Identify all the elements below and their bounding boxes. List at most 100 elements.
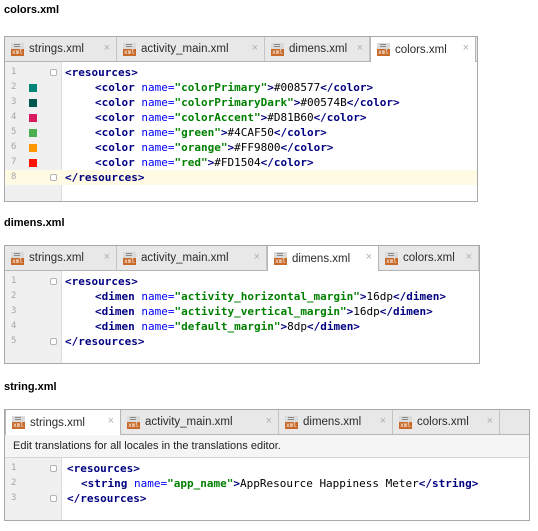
attr-value: "green"	[174, 126, 221, 139]
element-close: </dimen>	[379, 305, 433, 318]
element-open: <color	[95, 141, 142, 154]
close-icon[interactable]: ×	[104, 42, 110, 54]
dimens-tab-bar: xml strings.xml × xml activity_main.xml …	[5, 246, 479, 271]
element-open: <dimen	[95, 290, 142, 303]
code-editor[interactable]: 1 <resources> 2 <string name="app_name">Ap…	[5, 458, 529, 520]
xml-file-icon: xml	[123, 251, 136, 265]
tab-label: strings.xml	[29, 43, 84, 55]
string-section-title: string.xml	[4, 381, 57, 393]
tab-label: strings.xml	[29, 252, 84, 264]
element-open: <color	[95, 81, 142, 94]
close-icon[interactable]: ×	[357, 42, 363, 54]
line-number: 4	[11, 321, 17, 331]
tab-label: dimens.xml	[292, 252, 351, 265]
close-icon[interactable]: ×	[266, 415, 272, 427]
close-icon[interactable]: ×	[366, 251, 372, 263]
attr-value: "activity_horizontal_margin"	[174, 290, 360, 303]
attr-name: name=	[141, 320, 175, 333]
tab-dimens[interactable]: xml dimens.xml ×	[279, 410, 393, 434]
color-swatch[interactable]	[29, 159, 37, 167]
line-number: 2	[11, 478, 17, 488]
code-line: 6 <color name="orange">#FF9800</color>	[5, 140, 477, 155]
colors-section-title: colors.xml	[4, 4, 60, 16]
attr-name: name=	[141, 111, 175, 124]
code-line: 1 <resources>	[5, 274, 479, 289]
code-editor[interactable]: 1 <resources> 2 <color name="colorPrimary"…	[5, 62, 477, 201]
attr-name: name=	[141, 305, 175, 318]
color-swatch[interactable]	[29, 129, 37, 137]
close-icon[interactable]: ×	[487, 415, 493, 427]
tab-activity-main[interactable]: xml activity_main.xml ×	[117, 246, 267, 270]
element-close: </color>	[280, 141, 334, 154]
attr-name: name=	[141, 141, 175, 154]
resources-close-tag: </resources>	[67, 492, 147, 505]
code-line: 3 <dimen name="activity_vertical_margin">…	[5, 304, 479, 319]
close-icon[interactable]: ×	[108, 415, 114, 427]
tab-label: dimens.xml	[289, 43, 348, 55]
element-value: #D81B60	[267, 111, 314, 124]
element-value: 8dp	[287, 320, 307, 333]
tab-label: strings.xml	[30, 416, 85, 429]
close-icon[interactable]: ×	[466, 251, 472, 263]
close-icon[interactable]: ×	[252, 42, 258, 54]
close-icon[interactable]: ×	[104, 251, 110, 263]
xml-file-icon: xml	[123, 42, 136, 56]
tab-strings[interactable]: xml strings.xml ×	[5, 37, 117, 61]
fold-icon[interactable]	[50, 495, 57, 502]
colors-editor-panel: xml strings.xml × xml activity_main.xml …	[4, 36, 478, 202]
line-number: 3	[11, 97, 17, 107]
code-line: 4 <dimen name="default_margin">8dp</dimen…	[5, 319, 479, 334]
line-number: 8	[11, 172, 17, 182]
close-icon[interactable]: ×	[380, 415, 386, 427]
xml-file-icon: xml	[12, 416, 25, 429]
code-line: 1 <resources>	[5, 65, 477, 80]
tab-dimens[interactable]: xml dimens.xml ×	[265, 37, 370, 61]
tab-strings[interactable]: xml strings.xml ×	[5, 246, 117, 270]
tab-dimens[interactable]: xml dimens.xml ×	[267, 246, 379, 271]
fold-icon[interactable]	[50, 465, 57, 472]
fold-icon[interactable]	[50, 69, 57, 76]
close-icon[interactable]: ×	[254, 251, 260, 263]
code-line: 7 <color name="red">#FD1504</color>	[5, 155, 477, 170]
color-swatch[interactable]	[29, 144, 37, 152]
tab-colors[interactable]: xml colors.xml ×	[379, 246, 479, 270]
color-swatch[interactable]	[29, 99, 37, 107]
code-line: 2 <dimen name="activity_horizontal_margin…	[5, 289, 479, 304]
attr-value: "colorPrimary"	[174, 81, 268, 94]
element-gt: >	[359, 290, 367, 303]
element-gt: >	[267, 81, 274, 94]
color-swatch[interactable]	[29, 84, 37, 92]
element-value: 16dp	[366, 290, 394, 303]
fold-icon[interactable]	[50, 278, 57, 285]
element-open: <color	[95, 111, 142, 124]
translations-notice[interactable]: Edit translations for all locales in the…	[5, 435, 529, 458]
tab-colors[interactable]: xml colors.xml ×	[370, 37, 476, 62]
xml-file-icon: xml	[285, 415, 298, 429]
code-editor[interactable]: 1 <resources> 2 <dimen name= "activity_hori…	[5, 271, 479, 363]
line-number: 1	[11, 463, 17, 473]
line-number: 2	[11, 291, 17, 301]
tab-colors[interactable]: xml colors.xml ×	[393, 410, 500, 434]
tab-activity-main[interactable]: xml activity_main.xml ×	[117, 37, 265, 61]
element-value: AppResource Happiness Meter	[239, 477, 419, 490]
fold-icon[interactable]	[50, 338, 57, 345]
xml-file-icon: xml	[274, 252, 287, 265]
attr-value: "colorAccent"	[174, 111, 261, 124]
xml-file-icon: xml	[11, 42, 24, 56]
close-icon[interactable]: ×	[463, 42, 469, 54]
element-close: </color>	[346, 96, 400, 109]
code-line: 5 </resources>	[5, 334, 479, 349]
xml-file-icon: xml	[385, 251, 398, 265]
color-swatch[interactable]	[29, 114, 37, 122]
line-number: 3	[11, 493, 17, 503]
tab-strings[interactable]: xml strings.xml ×	[5, 410, 121, 435]
element-close: </color>	[260, 156, 314, 169]
element-value: #FD1504	[214, 156, 261, 169]
line-number: 6	[11, 142, 17, 152]
element-open: <dimen	[95, 305, 142, 318]
fold-icon[interactable]	[50, 174, 57, 181]
element-gt: >	[233, 477, 240, 490]
strings-editor-panel: xml strings.xml × xml activity_main.xml …	[4, 409, 530, 521]
attr-value: "activity_vertical_margin"	[174, 305, 347, 318]
tab-activity-main[interactable]: xml activity_main.xml ×	[121, 410, 279, 434]
